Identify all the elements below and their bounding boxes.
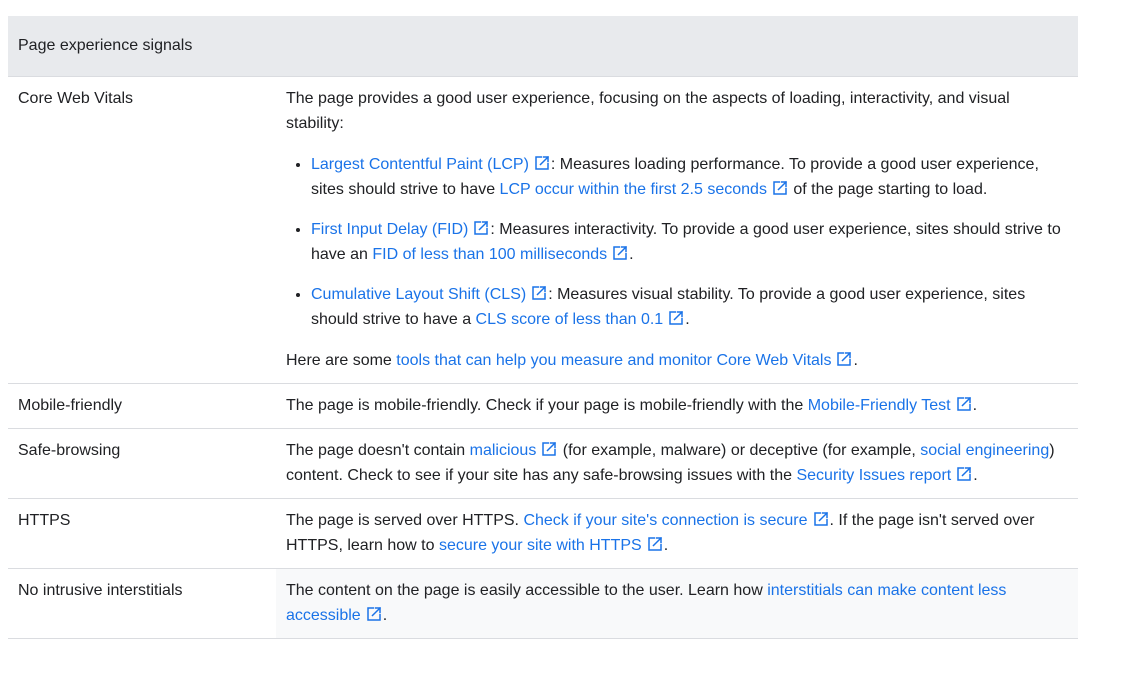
- security-issues-report-link[interactable]: Security Issues report: [796, 465, 973, 484]
- secure-site-https-link[interactable]: secure your site with HTTPS: [439, 535, 664, 554]
- signal-description: The page is mobile-friendly. Check if yo…: [276, 383, 1078, 429]
- cls-link[interactable]: Cumulative Layout Shift (CLS): [311, 284, 548, 303]
- external-link-icon: [667, 309, 685, 327]
- cls-threshold-link[interactable]: CLS score of less than 0.1: [476, 309, 686, 328]
- signal-label: HTTPS: [8, 498, 276, 569]
- table-row-https: HTTPS The page is served over HTTPS. Che…: [8, 498, 1078, 569]
- lcp-threshold-link[interactable]: LCP occur within the first 2.5 seconds: [500, 179, 789, 198]
- signal-description: The page doesn't contain malicious (for …: [276, 428, 1078, 499]
- table-header: Page experience signals: [8, 16, 1078, 77]
- cwv-outro: Here are some tools that can help you me…: [286, 350, 858, 369]
- table-row-mobile-friendly: Mobile-friendly The page is mobile-frien…: [8, 383, 1078, 429]
- cwv-metric-list: Largest Contentful Paint (LCP): Measures…: [286, 152, 1068, 332]
- external-link-icon: [955, 465, 973, 483]
- list-item-cls: Cumulative Layout Shift (CLS): Measures …: [311, 282, 1068, 332]
- signal-description: The content on the page is easily access…: [276, 568, 1078, 639]
- external-link-icon: [611, 244, 629, 262]
- fid-link[interactable]: First Input Delay (FID): [311, 219, 490, 238]
- cwv-intro: The page provides a good user experience…: [286, 89, 1010, 132]
- external-link-icon: [533, 154, 551, 172]
- external-link-icon: [646, 535, 664, 553]
- lcp-link[interactable]: Largest Contentful Paint (LCP): [311, 154, 551, 173]
- table-row-safe-browsing: Safe-browsing The page doesn't contain m…: [8, 428, 1078, 499]
- malicious-link[interactable]: malicious: [470, 440, 559, 459]
- external-link-icon: [955, 395, 973, 413]
- list-item-fid: First Input Delay (FID): Measures intera…: [311, 217, 1068, 267]
- signal-label: Safe-browsing: [8, 428, 276, 499]
- external-link-icon: [812, 510, 830, 528]
- signal-description: The page is served over HTTPS. Check if …: [276, 498, 1078, 569]
- table-row-interstitials: No intrusive interstitials The content o…: [8, 568, 1078, 639]
- mobile-friendly-test-link[interactable]: Mobile-Friendly Test: [808, 395, 973, 414]
- social-engineering-link[interactable]: social engineering: [920, 442, 1049, 459]
- check-connection-link[interactable]: Check if your site's connection is secur…: [523, 510, 830, 529]
- signal-label: Mobile-friendly: [8, 383, 276, 429]
- external-link-icon: [472, 219, 490, 237]
- external-link-icon: [771, 179, 789, 197]
- external-link-icon: [540, 440, 558, 458]
- page-experience-table: Page experience signals Core Web Vitals …: [8, 16, 1078, 639]
- external-link-icon: [530, 284, 548, 302]
- fid-threshold-link[interactable]: FID of less than 100 milliseconds: [372, 244, 629, 263]
- list-item-lcp: Largest Contentful Paint (LCP): Measures…: [311, 152, 1068, 202]
- signal-description: The page provides a good user experience…: [276, 76, 1078, 384]
- signal-label: Core Web Vitals: [8, 76, 276, 384]
- external-link-icon: [365, 605, 383, 623]
- external-link-icon: [835, 350, 853, 368]
- table-row-core-web-vitals: Core Web Vitals The page provides a good…: [8, 76, 1078, 384]
- cwv-tools-link[interactable]: tools that can help you measure and moni…: [396, 350, 853, 369]
- signal-label: No intrusive interstitials: [8, 568, 276, 639]
- table-header-row: Page experience signals: [8, 16, 1078, 77]
